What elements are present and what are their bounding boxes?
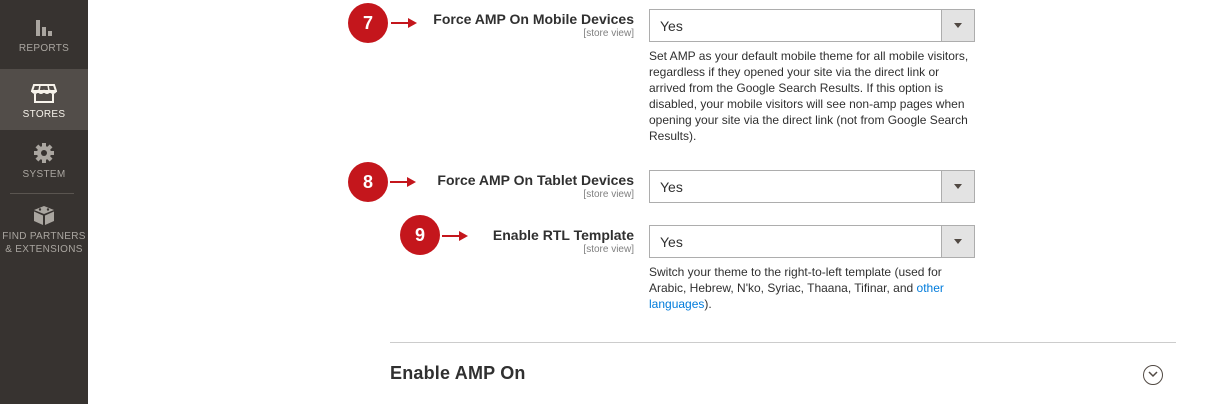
select-dropdown-button[interactable] <box>941 226 974 257</box>
field-label-force-amp-tablet: Force AMP On Tablet Devices <box>437 172 634 188</box>
chevron-down-icon <box>954 184 962 189</box>
annotation-arrow <box>391 22 409 24</box>
sidebar-item-label: FIND PARTNERS & EXTENSIONS <box>2 231 86 255</box>
section-divider <box>390 342 1176 343</box>
field-scope: [store view] <box>583 189 634 200</box>
cube-icon <box>34 206 54 225</box>
sidebar-item-stores[interactable]: STORES <box>0 69 88 130</box>
gear-icon <box>34 143 54 163</box>
sidebar-item-reports[interactable]: REPORTS <box>0 16 88 55</box>
chevron-down-circle-icon[interactable] <box>1143 365 1163 385</box>
admin-sidebar: REPORTS STORES SYSTEM FIND PARTNERS & EX… <box>0 0 88 404</box>
select-dropdown-button[interactable] <box>941 10 974 41</box>
field-label-force-amp-mobile: Force AMP On Mobile Devices <box>433 11 634 27</box>
chevron-down-icon <box>954 23 962 28</box>
storefront-icon <box>31 84 57 103</box>
field-scope: [store view] <box>583 28 634 39</box>
sidebar-item-system[interactable]: SYSTEM <box>0 142 88 181</box>
annotation-arrow-head <box>459 231 468 241</box>
force-amp-mobile-select[interactable]: Yes <box>649 9 975 42</box>
field-scope: [store view] <box>583 244 634 255</box>
bar-chart-icon <box>36 20 52 36</box>
sidebar-item-find-partners[interactable]: FIND PARTNERS & EXTENSIONS <box>0 204 88 256</box>
field-note-rtl: Switch your theme to the right-to-left t… <box>649 264 979 312</box>
step-badge-9: 9 <box>400 215 440 255</box>
note-text: Switch your theme to the right-to-left t… <box>649 265 942 295</box>
section-title-enable-amp-on[interactable]: Enable AMP On <box>390 363 526 384</box>
annotation-arrow <box>442 235 460 237</box>
force-amp-tablet-select[interactable]: Yes <box>649 170 975 203</box>
annotation-arrow-head <box>408 18 417 28</box>
field-note-mobile: Set AMP as your default mobile theme for… <box>649 49 969 143</box>
note-text: ). <box>704 297 712 311</box>
select-value: Yes <box>660 234 683 250</box>
sidebar-item-label: STORES <box>22 109 66 120</box>
select-value: Yes <box>660 179 683 195</box>
chevron-down-icon <box>954 239 962 244</box>
field-label-enable-rtl: Enable RTL Template <box>492 227 634 243</box>
select-dropdown-button[interactable] <box>941 171 974 202</box>
select-value: Yes <box>660 18 683 34</box>
sidebar-item-label: REPORTS <box>18 43 70 54</box>
step-badge-8: 8 <box>348 162 388 202</box>
enable-rtl-template-select[interactable]: Yes <box>649 225 975 258</box>
annotation-arrow-head <box>407 177 416 187</box>
annotation-arrow <box>390 181 408 183</box>
step-badge-7: 7 <box>348 3 388 43</box>
sidebar-item-label: SYSTEM <box>22 169 66 180</box>
sidebar-divider <box>10 193 74 194</box>
